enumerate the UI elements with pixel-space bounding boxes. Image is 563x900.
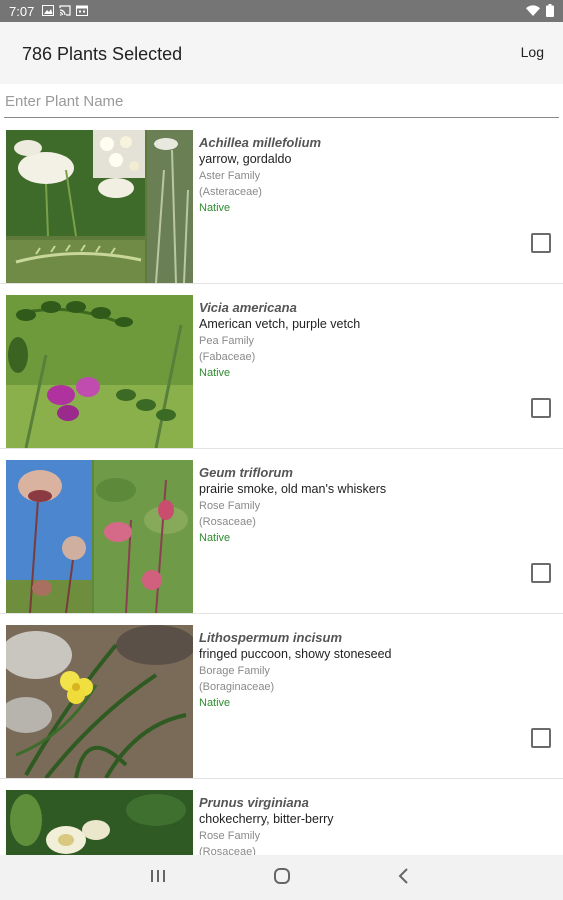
- family-latin: (Rosaceae): [199, 846, 256, 855]
- common-name: prairie smoke, old man's whiskers: [199, 482, 387, 496]
- plant-list[interactable]: Achillea millefolium yarrow, gordaldo As…: [0, 119, 563, 855]
- image-icon: [42, 5, 54, 16]
- native-status: Native: [199, 532, 231, 544]
- list-item[interactable]: Prunus virginiana chokecherry, bitter-be…: [0, 779, 563, 855]
- list-item[interactable]: Geum triflorum prairie smoke, old man's …: [0, 449, 563, 614]
- family-latin: (Fabaceae): [199, 351, 256, 363]
- select-checkbox[interactable]: [531, 233, 551, 253]
- select-checkbox[interactable]: [531, 398, 551, 418]
- family-name: Borage Family: [199, 665, 270, 677]
- search-input[interactable]: [4, 86, 560, 117]
- status-time: 7:07: [9, 4, 35, 19]
- battery-icon: [546, 4, 554, 17]
- back-icon[interactable]: [397, 866, 411, 886]
- scientific-name: Vicia americana: [199, 300, 297, 315]
- family-name: Rose Family: [199, 500, 261, 512]
- list-item[interactable]: Lithospermum incisum fringed puccoon, sh…: [0, 614, 563, 779]
- plant-info: Achillea millefolium yarrow, gordaldo As…: [199, 134, 523, 216]
- plant-thumbnail: [6, 790, 193, 855]
- scientific-name: Achillea millefolium: [199, 135, 322, 150]
- page-title: 786 Plants Selected: [22, 44, 183, 64]
- plant-thumbnail: [6, 130, 193, 283]
- common-name: American vetch, purple vetch: [199, 317, 361, 331]
- select-checkbox[interactable]: [531, 728, 551, 748]
- plant-info: Prunus virginiana chokecherry, bitter-be…: [199, 794, 523, 855]
- status-bar: 7:07: [0, 0, 563, 22]
- cast-icon: [59, 5, 71, 16]
- scientific-name: Lithospermum incisum: [199, 630, 343, 645]
- common-name: yarrow, gordaldo: [199, 152, 292, 166]
- search-field: [4, 86, 560, 118]
- family-latin: (Rosaceae): [199, 516, 256, 528]
- scientific-name: Prunus virginiana: [199, 795, 309, 810]
- calendar-icon: [76, 5, 88, 16]
- select-checkbox[interactable]: [531, 563, 551, 583]
- list-item[interactable]: Vicia americana American vetch, purple v…: [0, 284, 563, 449]
- native-status: Native: [199, 697, 231, 709]
- family-name: Rose Family: [199, 830, 261, 842]
- common-name: fringed puccoon, showy stoneseed: [199, 647, 392, 661]
- recents-icon[interactable]: [150, 866, 166, 886]
- app-header: 786 Plants Selected Log: [0, 22, 563, 84]
- home-icon[interactable]: [273, 866, 291, 886]
- plant-info: Vicia americana American vetch, purple v…: [199, 299, 523, 381]
- navigation-bar: [0, 855, 563, 900]
- family-name: Aster Family: [199, 170, 261, 182]
- plant-thumbnail: [6, 460, 193, 613]
- plant-thumbnail: [6, 625, 193, 778]
- wifi-icon: [526, 5, 540, 16]
- log-button[interactable]: Log: [521, 44, 544, 60]
- family-latin: (Asteraceae): [199, 186, 262, 198]
- scientific-name: Geum triflorum: [199, 465, 293, 480]
- list-item[interactable]: Achillea millefolium yarrow, gordaldo As…: [0, 119, 563, 284]
- common-name: chokecherry, bitter-berry: [199, 812, 334, 826]
- native-status: Native: [199, 367, 231, 379]
- family-latin: (Boraginaceae): [199, 681, 275, 693]
- plant-thumbnail: [6, 295, 193, 448]
- family-name: Pea Family: [199, 335, 255, 347]
- plant-info: Geum triflorum prairie smoke, old man's …: [199, 464, 523, 546]
- plant-info: Lithospermum incisum fringed puccoon, sh…: [199, 629, 523, 711]
- native-status: Native: [199, 202, 231, 214]
